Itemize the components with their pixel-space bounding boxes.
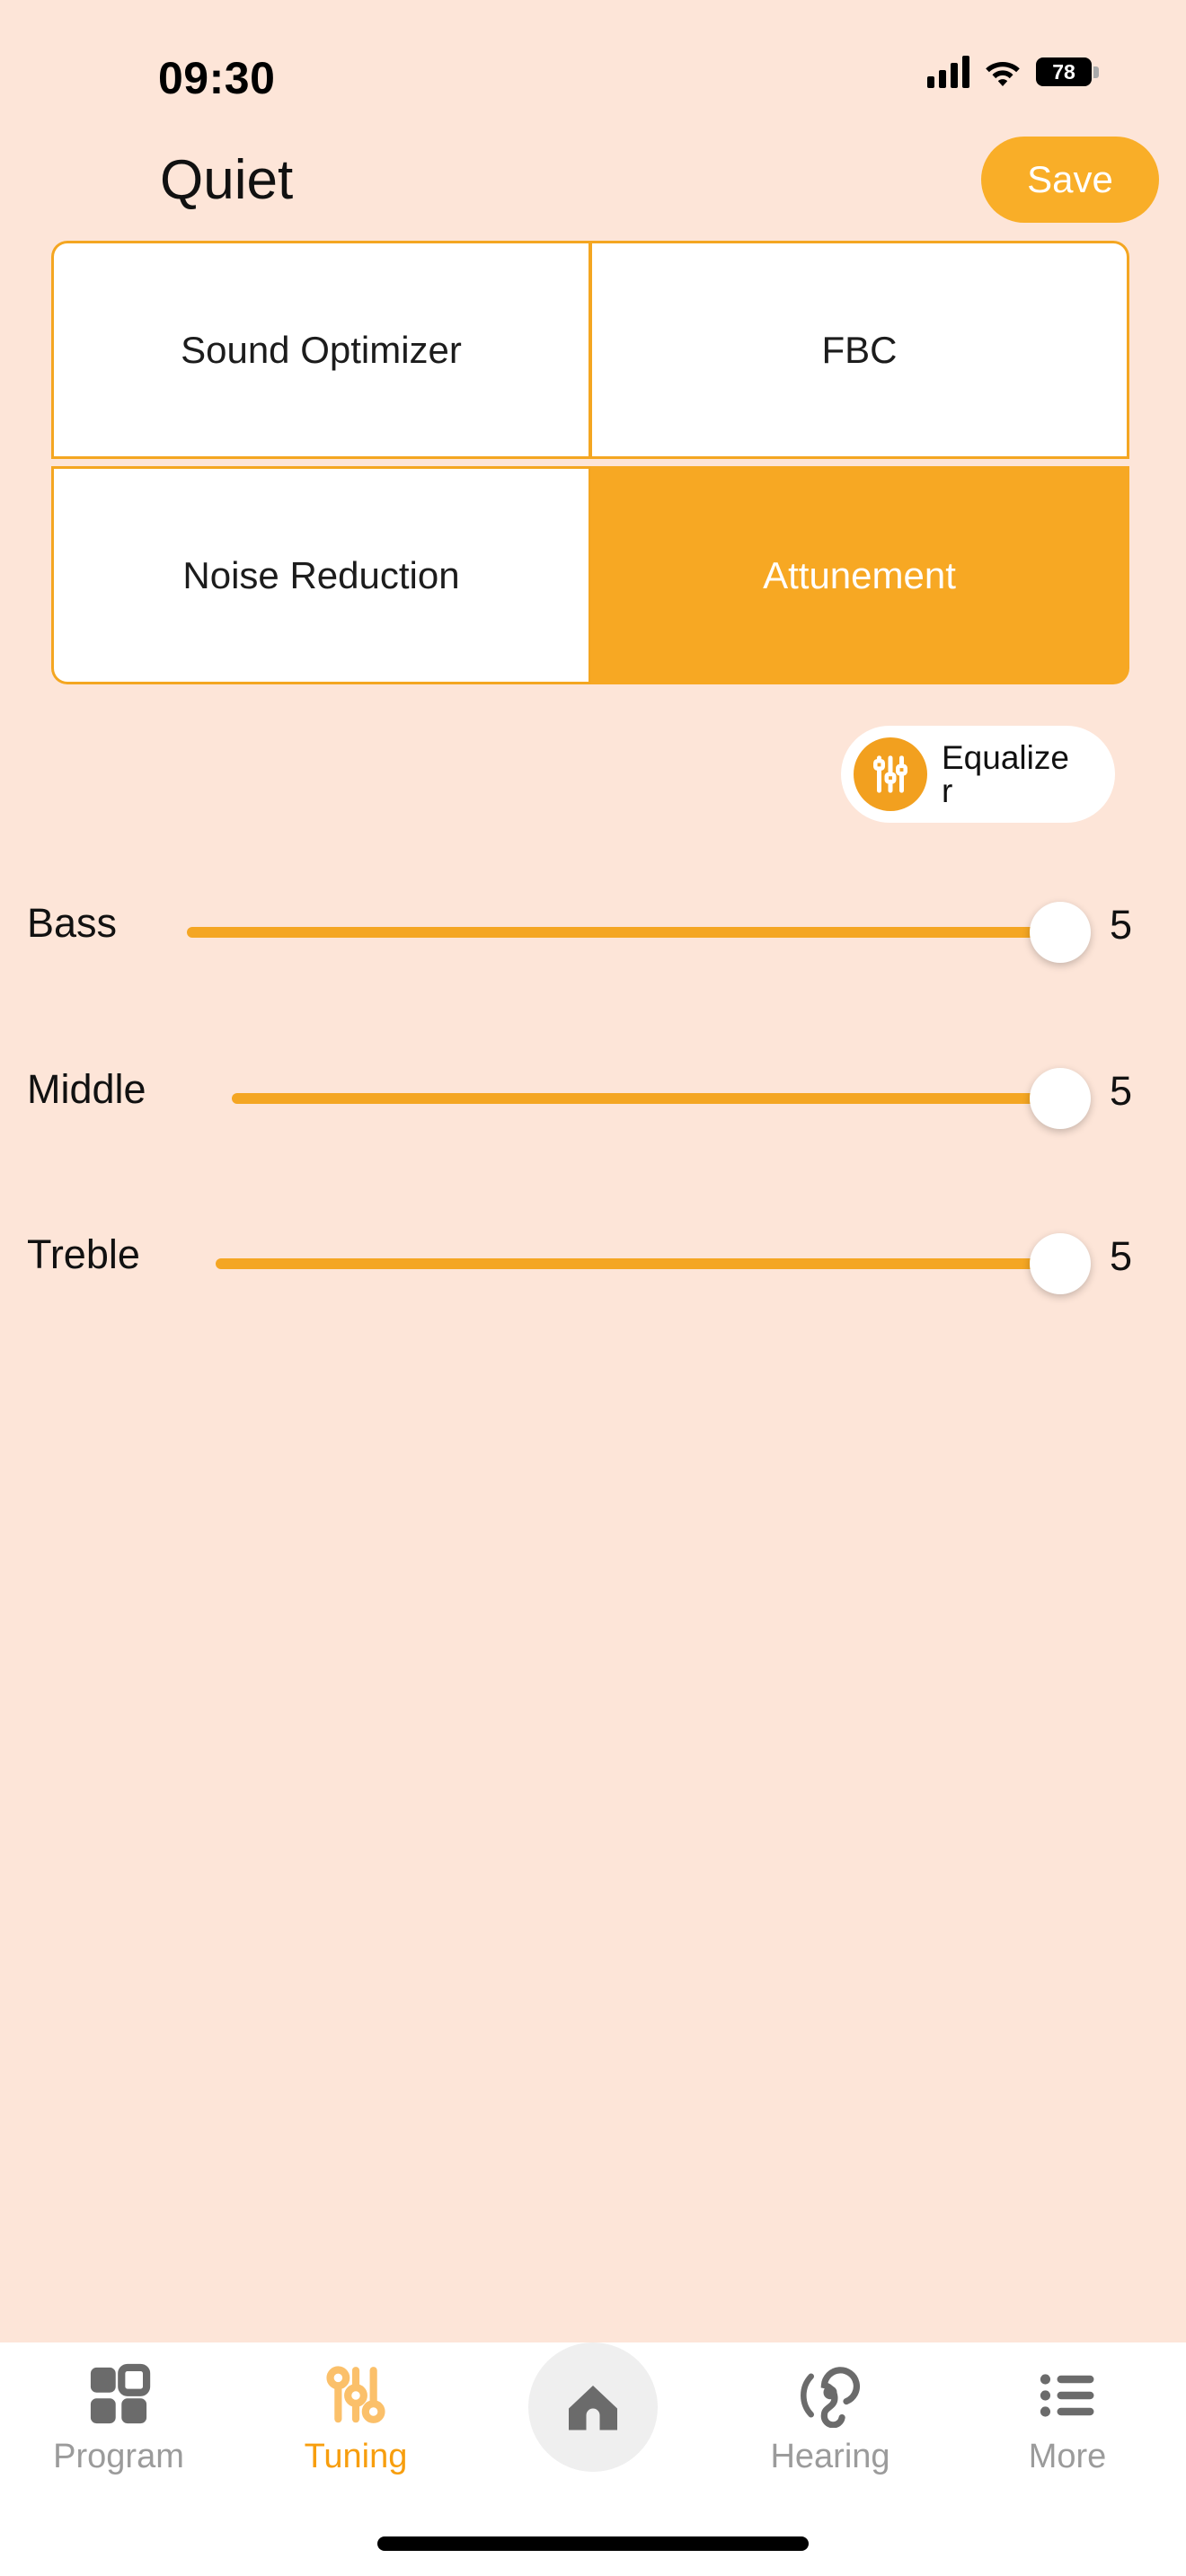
status-bar-indicators: 78 xyxy=(927,56,1099,88)
feature-grid: Sound Optimizer FBC Noise Reduction Attu… xyxy=(51,241,1129,684)
slider-middle-thumb[interactable] xyxy=(1030,1068,1091,1129)
feature-grid-row: Noise Reduction Attunement xyxy=(51,466,1129,684)
slider-treble: Treble 5 xyxy=(0,1210,1186,1318)
status-bar-time: 09:30 xyxy=(158,53,276,103)
slider-treble-thumb[interactable] xyxy=(1030,1233,1091,1294)
grid-squares-icon xyxy=(86,2357,151,2434)
tab-more[interactable]: More xyxy=(949,2342,1186,2509)
equalizer-sliders-icon xyxy=(854,737,927,811)
slider-treble-label: Treble xyxy=(27,1231,140,1277)
slider-bass-thumb[interactable] xyxy=(1030,902,1091,963)
slider-bass: Bass 5 xyxy=(0,878,1186,986)
tab-tuning[interactable]: Tuning xyxy=(237,2342,474,2509)
tuning-sliders-icon xyxy=(323,2357,388,2434)
slider-middle-value: 5 xyxy=(1110,1068,1133,1114)
tab-hearing-label: Hearing xyxy=(770,2438,890,2475)
page-title: Quiet xyxy=(160,149,294,211)
battery-icon: 78 xyxy=(1036,57,1099,86)
cellular-signal-icon xyxy=(927,56,969,88)
bottom-tab-bar: Program Tuning Hearing More xyxy=(0,2342,1186,2576)
home-indicator xyxy=(377,2536,809,2551)
feature-grid-row: Sound Optimizer FBC xyxy=(51,241,1129,459)
equalizer-button[interactable]: Equalizer xyxy=(841,726,1115,823)
slider-treble-value: 5 xyxy=(1110,1233,1133,1279)
slider-bass-track[interactable] xyxy=(187,902,1091,963)
slider-middle-label: Middle xyxy=(27,1066,146,1112)
list-icon xyxy=(1035,2357,1100,2434)
tab-program-label: Program xyxy=(53,2438,184,2475)
tab-program[interactable]: Program xyxy=(0,2342,237,2509)
home-icon xyxy=(569,2386,617,2430)
tab-tuning-label: Tuning xyxy=(304,2438,408,2475)
battery-percent-label: 78 xyxy=(1052,59,1075,84)
slider-bass-control[interactable] xyxy=(187,878,1091,986)
tab-more-label: More xyxy=(1028,2438,1107,2475)
save-button[interactable]: Save xyxy=(981,137,1159,223)
wifi-icon xyxy=(986,62,1020,86)
feature-cell-sound-optimizer[interactable]: Sound Optimizer xyxy=(51,241,590,459)
feature-cell-noise-reduction[interactable]: Noise Reduction xyxy=(51,466,590,684)
slider-bass-value: 5 xyxy=(1110,902,1133,948)
status-bar: 09:30 78 xyxy=(0,0,1186,124)
equalizer-label: Equalizer xyxy=(942,739,1069,809)
feature-cell-fbc[interactable]: FBC xyxy=(590,241,1129,459)
slider-middle-control[interactable] xyxy=(232,1045,1091,1152)
ear-icon xyxy=(798,2357,863,2434)
feature-cell-attunement[interactable]: Attunement xyxy=(590,466,1129,684)
tab-hearing[interactable]: Hearing xyxy=(712,2342,949,2509)
home-button[interactable] xyxy=(528,2342,658,2472)
slider-treble-track[interactable] xyxy=(216,1233,1091,1294)
app-screen: 09:30 78 Quiet Save Sound Optimizer FBC … xyxy=(0,0,1186,2576)
slider-middle-track[interactable] xyxy=(232,1068,1091,1129)
slider-bass-label: Bass xyxy=(27,900,118,946)
slider-middle: Middle 5 xyxy=(0,1045,1186,1152)
tab-home[interactable] xyxy=(474,2342,712,2509)
slider-treble-control[interactable] xyxy=(216,1210,1091,1318)
